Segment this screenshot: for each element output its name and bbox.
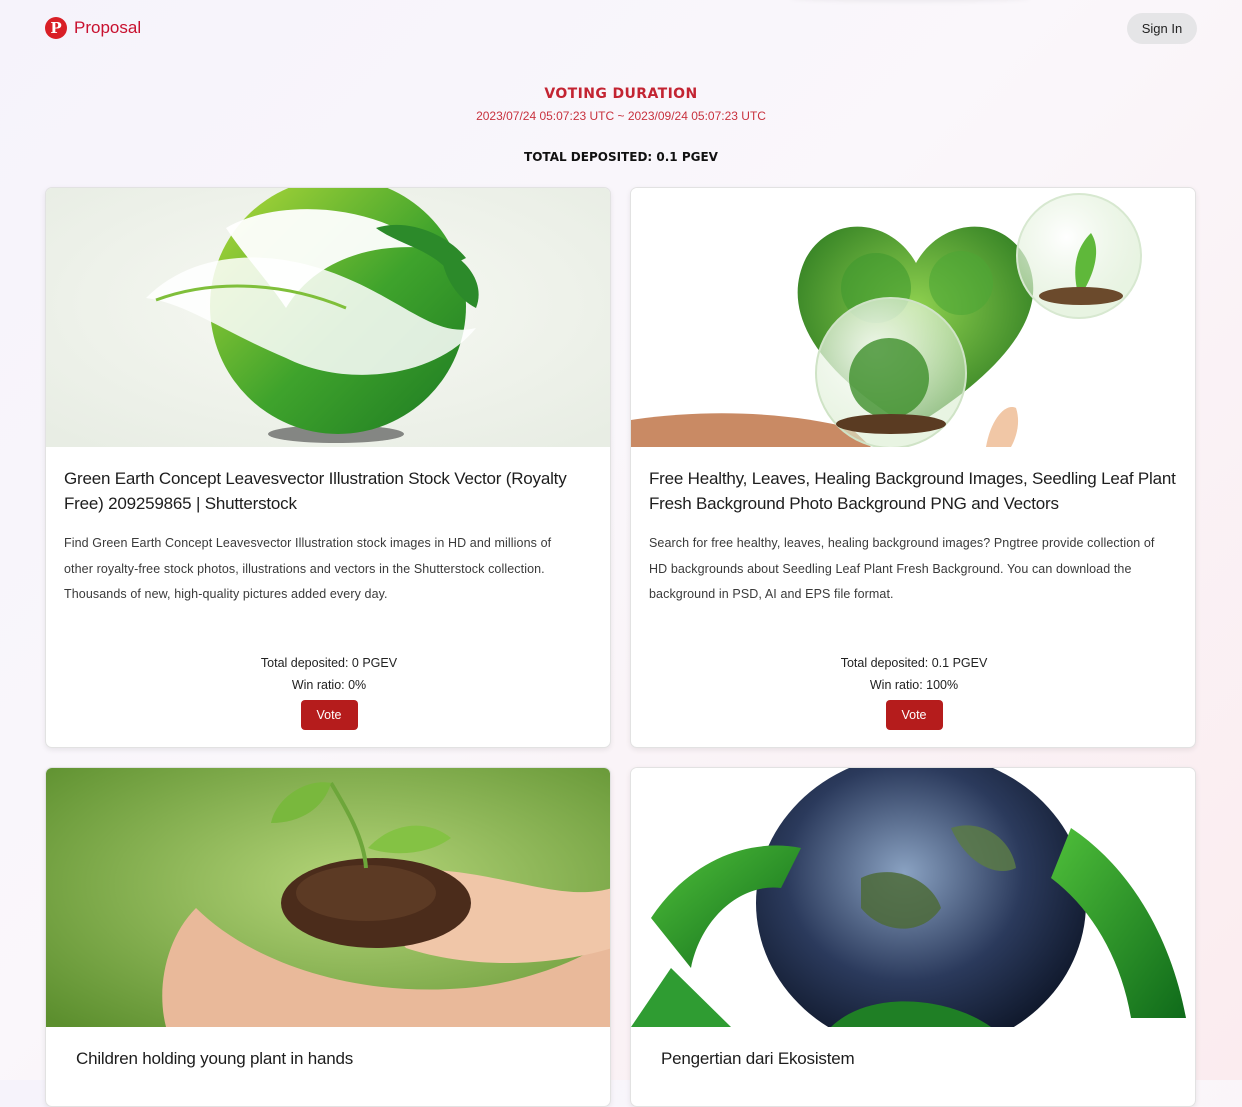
heart-tree-image (631, 188, 1195, 447)
card-win-ratio: Win ratio: 0% (291, 678, 367, 692)
proposal-card: Pengertian dari Ekosistem (630, 767, 1196, 1107)
voting-duration-range: 2023/07/24 05:07:23 UTC ~ 2023/09/24 05:… (476, 109, 766, 123)
voting-duration-title: VOTING DURATION (544, 86, 698, 102)
card-description: Search for free healthy, leaves, healing… (649, 536, 1155, 601)
green-earth-leaf-image (46, 188, 610, 447)
proposal-card: Green Earth Concept Leavesvector Illustr… (45, 187, 611, 748)
card-title[interactable]: Pengertian dari Ekosistem (631, 1027, 1195, 1071)
pinterest-logo-icon: P (45, 17, 67, 39)
brand-name: Proposal (74, 18, 142, 37)
earth-recycle-image (631, 768, 1195, 1027)
card-win-ratio: Win ratio: 100% (869, 678, 959, 692)
sign-in-button[interactable]: Sign In (1127, 13, 1197, 44)
proposal-card: Free Healthy, Leaves, Healing Background… (630, 187, 1196, 748)
card-title[interactable]: Free Healthy, Leaves, Healing Background… (631, 447, 1195, 516)
card-total-deposited: Total deposited: 0 PGEV (260, 656, 398, 670)
proposal-card: Children holding young plant in hands (45, 767, 611, 1107)
card-title[interactable]: Green Earth Concept Leavesvector Illustr… (46, 447, 610, 516)
card-title[interactable]: Children holding young plant in hands (46, 1027, 610, 1071)
vote-button[interactable]: Vote (885, 700, 943, 730)
card-description: Find Green Earth Concept Leavesvector Il… (64, 536, 552, 601)
card-stats: Total deposited: 0.1 PGEV Win ratio: 100… (631, 652, 1195, 730)
card-stats: Total deposited: 0 PGEV Win ratio: 0% Vo… (46, 652, 610, 730)
card-total-deposited: Total deposited: 0.1 PGEV (840, 656, 988, 670)
top-bar: P Proposal Sign In (0, 0, 1242, 60)
hands-holding-plant-image (46, 768, 610, 1027)
voting-duration-section: VOTING DURATION 2023/07/24 05:07:23 UTC … (0, 86, 1242, 123)
vote-button[interactable]: Vote (300, 700, 358, 730)
top-shadow (790, 0, 1030, 2)
brand[interactable]: P Proposal (45, 17, 141, 39)
total-deposited: TOTAL DEPOSITED: 0.1 PGEV (524, 150, 718, 164)
